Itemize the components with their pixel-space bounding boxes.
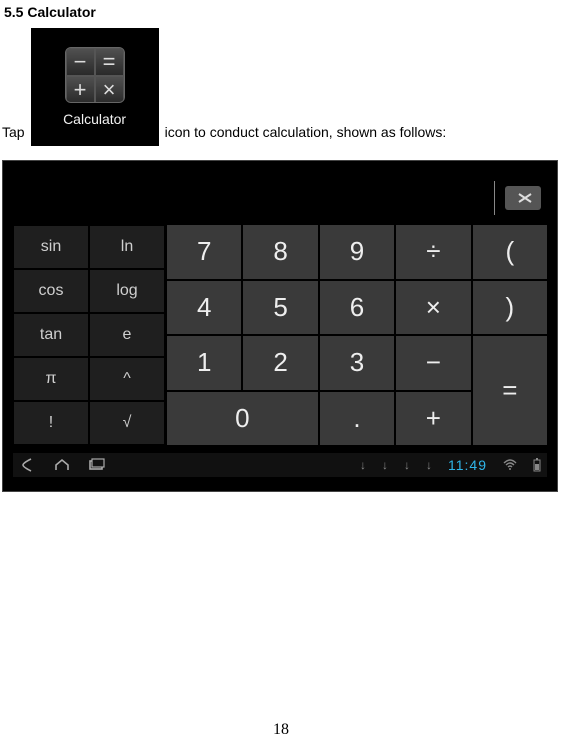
key-power[interactable]: ^ [89, 357, 165, 401]
key-add[interactable]: + [396, 392, 470, 446]
key-2[interactable]: 2 [243, 336, 317, 390]
key-subtract[interactable]: − [396, 336, 470, 390]
key-7[interactable]: 7 [167, 225, 241, 279]
numeric-panel: 7 8 9 ÷ ( 4 5 6 × ) 1 2 3 − = 0 . + [167, 225, 547, 445]
download-icon: ↓ [382, 458, 388, 472]
key-ln[interactable]: ln [89, 225, 165, 269]
key-sin[interactable]: sin [13, 225, 89, 269]
key-right-paren[interactable]: ) [473, 281, 547, 335]
intro-text-after: icon to conduct calculation, shown as fo… [165, 124, 447, 140]
scientific-panel: sin ln cos log tan e π ^ ! √ [13, 225, 165, 445]
calc-icon-minus: − [66, 48, 95, 76]
display-separator [494, 181, 495, 215]
key-equals[interactable]: = [473, 336, 547, 445]
home-icon[interactable] [53, 457, 71, 473]
key-4[interactable]: 4 [167, 281, 241, 335]
key-8[interactable]: 8 [243, 225, 317, 279]
system-bar-left [19, 457, 105, 473]
download-icon: ↓ [426, 458, 432, 472]
key-dot[interactable]: . [320, 392, 394, 446]
wifi-icon [503, 459, 517, 471]
page-number: 18 [0, 721, 562, 739]
key-6[interactable]: 6 [320, 281, 394, 335]
key-left-paren[interactable]: ( [473, 225, 547, 279]
calculator-icon-label: Calculator [63, 111, 126, 127]
system-bar: ↓ ↓ ↓ ↓ 11:49 [13, 453, 547, 477]
calc-icon-plus: + [66, 76, 95, 103]
calculator-display [13, 171, 547, 225]
calculator-app-icon[interactable]: − = + × Calculator [31, 28, 159, 146]
key-cos[interactable]: cos [13, 269, 89, 313]
intro-row: Tap − = + × Calculator icon to conduct c… [2, 28, 558, 146]
calc-icon-times: × [95, 76, 124, 103]
status-clock: 11:49 [448, 457, 487, 473]
keypad: sin ln cos log tan e π ^ ! √ 7 8 9 ÷ ( 4… [13, 225, 547, 445]
key-multiply[interactable]: × [396, 281, 470, 335]
key-sqrt[interactable]: √ [89, 401, 165, 445]
key-3[interactable]: 3 [320, 336, 394, 390]
backspace-button[interactable] [505, 186, 541, 210]
key-9[interactable]: 9 [320, 225, 394, 279]
key-1[interactable]: 1 [167, 336, 241, 390]
key-tan[interactable]: tan [13, 313, 89, 357]
key-log[interactable]: log [89, 269, 165, 313]
calculator-screenshot: sin ln cos log tan e π ^ ! √ 7 8 9 ÷ ( 4… [2, 160, 558, 492]
download-icon: ↓ [360, 458, 366, 472]
calculator-icon-grid: − = + × [65, 47, 125, 103]
calc-icon-equals: = [95, 48, 124, 76]
key-factorial[interactable]: ! [13, 401, 89, 445]
system-bar-right: ↓ ↓ ↓ ↓ 11:49 [360, 457, 541, 473]
back-icon[interactable] [19, 457, 37, 473]
download-icon: ↓ [404, 458, 410, 472]
key-divide[interactable]: ÷ [396, 225, 470, 279]
key-pi[interactable]: π [13, 357, 89, 401]
recent-apps-icon[interactable] [87, 457, 105, 473]
key-e[interactable]: e [89, 313, 165, 357]
key-0[interactable]: 0 [167, 392, 318, 446]
key-5[interactable]: 5 [243, 281, 317, 335]
battery-icon [533, 458, 541, 472]
section-title: 5.5 Calculator [4, 4, 558, 20]
intro-text-before: Tap [2, 124, 25, 140]
